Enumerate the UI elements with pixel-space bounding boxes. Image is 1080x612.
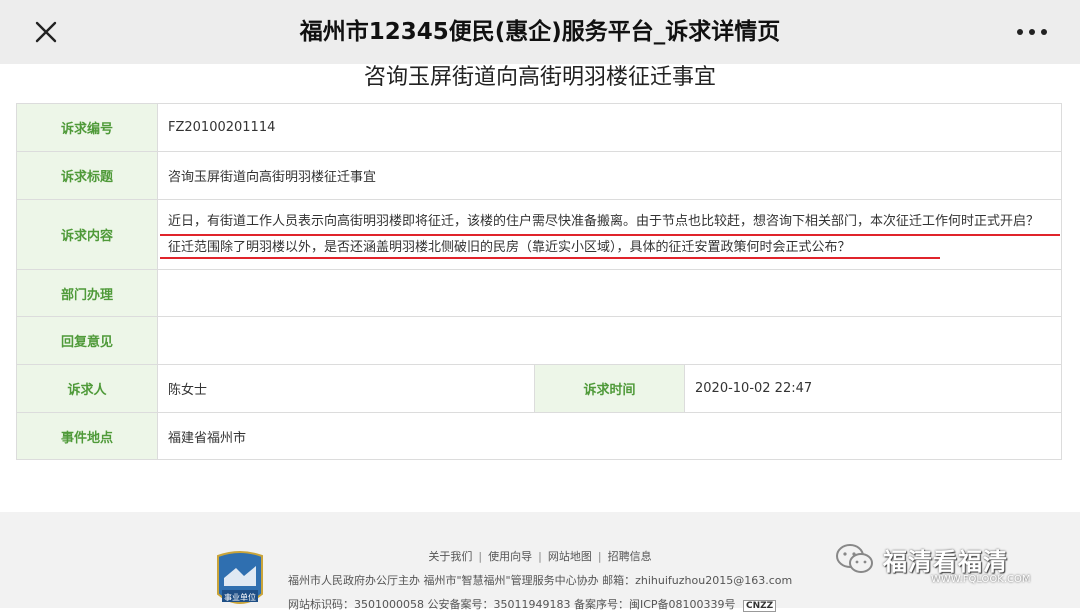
table-row: 诉求编号 FZ20100201114 — [16, 103, 1063, 152]
page-title: 咨询玉屏街道向高街明羽楼征迁事宜 — [363, 65, 716, 90]
appeal-title-label: 诉求标题 — [16, 151, 158, 200]
content-underline-1 — [160, 234, 1060, 236]
appeal-number-label: 诉求编号 — [16, 103, 158, 152]
footer-sponsor-line: 福州市人民政府办公厅主办 福州市"智慧福州"管理服务中心协办 邮箱：zhihui… — [288, 574, 793, 587]
content-underline-2 — [160, 257, 940, 259]
watermark: 福清看福清 WWW.FQLOOK.COM — [835, 530, 1065, 608]
footer-link-jobs[interactable]: 招聘信息 — [608, 550, 652, 563]
cnzz-badge[interactable]: CNZZ — [743, 600, 777, 612]
watermark-text: 福清看福清 — [883, 548, 1008, 576]
appeal-time-label: 诉求时间 — [534, 364, 685, 413]
department-handling-label: 部门办理 — [16, 269, 158, 317]
window-title: 福州市12345便民(惠企)服务平台_诉求详情页 — [299, 19, 781, 45]
appeal-content-label: 诉求内容 — [16, 199, 158, 270]
appeal-time-value: 2020-10-02 22:47 — [683, 364, 1063, 413]
reply-opinion-value — [156, 316, 1063, 365]
public-institution-badge-icon[interactable]: 事业单位 — [214, 550, 266, 608]
footer-record-line: 网站标识码：3501000058 公安备案号：35011949183 备案序号：… — [288, 596, 777, 612]
svg-text:事业单位: 事业单位 — [224, 592, 256, 602]
event-location-value: 福建省福州市 — [156, 412, 1063, 460]
event-location-label: 事件地点 — [16, 412, 158, 460]
appeal-title-value: 咨询玉屏街道向高街明羽楼征迁事宜 — [156, 151, 1063, 200]
requester-label: 诉求人 — [16, 364, 158, 413]
table-row: 事件地点 福建省福州市 — [16, 412, 1063, 460]
top-navigation-bar: 福州市12345便民(惠企)服务平台_诉求详情页 — [0, 0, 1080, 64]
requester-value: 陈女士 — [157, 364, 535, 413]
footer-link-sitemap[interactable]: 网站地图 — [548, 550, 592, 563]
table-row: 诉求标题 咨询玉屏街道向高街明羽楼征迁事宜 — [16, 151, 1063, 200]
table-row: 部门办理 — [16, 269, 1063, 317]
close-icon[interactable] — [30, 16, 62, 48]
footer-link-guide[interactable]: 使用向导 — [488, 550, 532, 563]
table-row: 诉求人 陈女士 诉求时间 2020-10-02 22:47 — [16, 364, 1063, 413]
wechat-icon — [836, 544, 873, 573]
department-handling-value — [156, 269, 1063, 317]
footer-link-about[interactable]: 关于我们 — [428, 550, 472, 563]
watermark-url: WWW.FQLOOK.COM — [931, 574, 1031, 585]
footer-record-text: 网站标识码：3501000058 公安备案号：35011949183 备案序号：… — [288, 598, 736, 611]
table-row: 回复意见 — [16, 316, 1063, 365]
more-options-icon[interactable] — [1014, 16, 1050, 48]
reply-opinion-label: 回复意见 — [16, 316, 158, 365]
appeal-number-value: FZ20100201114 — [156, 103, 1063, 152]
appeal-detail-table: 诉求编号 FZ20100201114 诉求标题 咨询玉屏街道向高街明羽楼征迁事宜… — [16, 103, 1063, 460]
